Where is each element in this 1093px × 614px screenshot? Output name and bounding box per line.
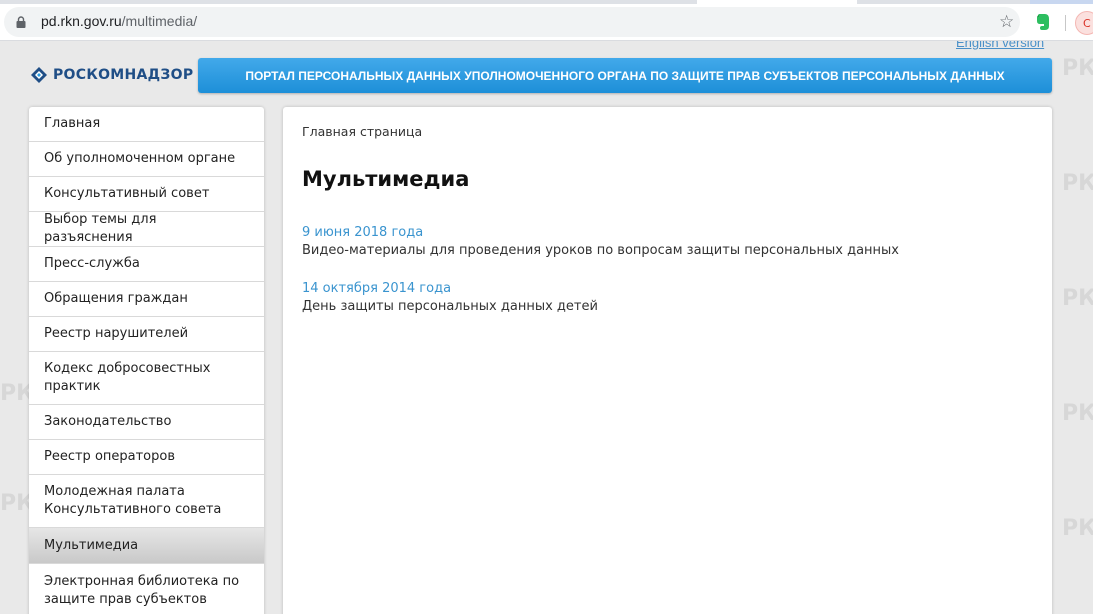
sidebar-item-label: Законодательство xyxy=(44,414,172,429)
watermark-text: РКН xyxy=(1062,56,1093,81)
breadcrumb[interactable]: Главная страница xyxy=(302,124,422,139)
sidebar-item-label: Выбор темы для разъяснения xyxy=(44,212,157,245)
main-content: Главная страница Мультимедиа 9 июня 2018… xyxy=(283,107,1052,614)
url-path: /multimedia/ xyxy=(121,13,198,29)
logo-text: РОСКОМНАДЗОР xyxy=(53,67,194,83)
sidebar-item-label: Пресс-служба xyxy=(44,256,140,271)
sidebar-item-label: Электронная библиотека по защите прав су… xyxy=(44,573,240,607)
profile-avatar-icon[interactable]: C xyxy=(1075,11,1093,35)
news-date[interactable]: 14 октября 2014 года xyxy=(302,281,451,296)
sidebar-item-topic-choice[interactable]: Выбор темы для разъяснения xyxy=(29,212,264,247)
sidebar-item-code-of-practice[interactable]: Кодекс добросовестных практик xyxy=(29,352,264,405)
sidebar-item-about[interactable]: Об уполномоченном органе xyxy=(29,142,264,177)
sidebar-item-multimedia[interactable]: Мультимедиа xyxy=(29,528,264,564)
sidebar-item-youth-chamber[interactable]: Молодежная палата Консультативного совет… xyxy=(29,475,264,528)
sidebar-item-legislation[interactable]: Законодательство xyxy=(29,405,264,440)
sidebar-item-e-library[interactable]: Электронная библиотека по защите прав су… xyxy=(29,564,264,614)
sidebar-nav: Главная Об уполномоченном органе Консуль… xyxy=(29,107,264,614)
rkn-logo-icon xyxy=(31,67,47,83)
watermark-text: РКН xyxy=(1062,286,1093,311)
portal-banner[interactable]: ПОРТАЛ ПЕРСОНАЛЬНЫХ ДАННЫХ УПОЛНОМОЧЕННО… xyxy=(198,58,1052,93)
sidebar-item-label: Молодежная палата Консультативного совет… xyxy=(44,484,222,517)
sidebar-item-label: Консультативный совет xyxy=(44,186,210,201)
logo[interactable]: РОСКОМНАДЗОР xyxy=(30,65,193,85)
sidebar-item-appeals[interactable]: Обращения граждан xyxy=(29,282,264,317)
evernote-icon[interactable] xyxy=(1035,13,1051,31)
sidebar-item-label: Мультимедиа xyxy=(44,537,139,553)
page-body: РКНРКНРКНРКНРКНРКНРКН English version РО… xyxy=(0,41,1093,614)
page-title: Мультимедиа xyxy=(302,167,470,191)
address-bar[interactable]: pd.rkn.gov.ru/multimedia/ ☆ xyxy=(4,7,1020,37)
sidebar-item-label: Реестр нарушителей xyxy=(44,326,189,341)
sidebar-item-home[interactable]: Главная xyxy=(29,107,264,142)
sidebar-item-advisory-council[interactable]: Консультативный совет xyxy=(29,177,264,212)
watermark-text: РКН xyxy=(1062,171,1093,196)
sidebar-item-press[interactable]: Пресс-служба xyxy=(29,247,264,282)
sidebar-item-violators-registry[interactable]: Реестр нарушителей xyxy=(29,317,264,352)
sidebar-item-label: Главная xyxy=(44,116,101,131)
watermark-text: РКН xyxy=(1062,401,1093,426)
news-title[interactable]: Видео-материалы для проведения уроков по… xyxy=(302,243,899,258)
sidebar-item-label: Об уполномоченном органе xyxy=(44,151,236,166)
toolbar-divider xyxy=(1065,15,1066,31)
news-date[interactable]: 9 июня 2018 года xyxy=(302,225,423,240)
news-title[interactable]: День защиты персональных данных детей xyxy=(302,299,598,314)
sidebar-item-label: Реестр операторов xyxy=(44,449,176,464)
url-text[interactable]: pd.rkn.gov.ru/multimedia/ xyxy=(41,13,197,29)
sidebar-item-operators-registry[interactable]: Реестр операторов xyxy=(29,440,264,475)
sidebar-item-label: Кодекс добросовестных практик xyxy=(44,361,211,394)
lock-icon[interactable] xyxy=(16,16,26,28)
browser-toolbar: pd.rkn.gov.ru/multimedia/ ☆ C xyxy=(0,4,1093,41)
sidebar-item-label: Обращения граждан xyxy=(44,291,188,306)
bookmark-star-icon[interactable]: ☆ xyxy=(999,14,1014,31)
english-version-link[interactable]: English version xyxy=(956,41,1044,50)
watermark-text: РКН xyxy=(1062,516,1093,541)
url-host: pd.rkn.gov.ru xyxy=(41,13,122,29)
